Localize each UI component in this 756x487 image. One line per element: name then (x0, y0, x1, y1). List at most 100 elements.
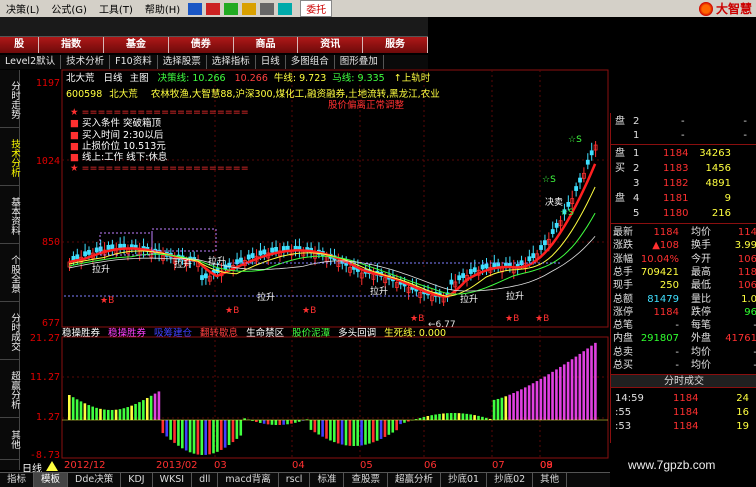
scroll-triangle-icon (46, 461, 58, 471)
candle-body (457, 275, 462, 281)
bottom-tab[interactable]: Dde决策 (68, 473, 122, 487)
print-icon[interactable] (260, 2, 275, 15)
nav-bond[interactable]: 债券 (168, 37, 234, 53)
candle-body (211, 269, 216, 275)
quote-value: - (675, 346, 679, 358)
vtab-intraday[interactable]: 分时走势 (0, 72, 20, 128)
chart-icon[interactable] (224, 2, 239, 15)
candle-body (67, 261, 72, 268)
quote-value-2: 106 (737, 280, 756, 292)
menu-formula[interactable]: 公式(G) (45, 1, 93, 16)
candle-body (75, 254, 80, 260)
sub-bar (352, 420, 356, 446)
bottom-tab[interactable]: 查股票 (344, 473, 388, 487)
nav-news[interactable]: 资讯 (298, 37, 364, 53)
nav-commodity[interactable]: 商品 (233, 37, 299, 53)
bottom-tab[interactable]: rscl (279, 473, 311, 487)
bid-price: 1182 (663, 178, 689, 189)
tick-price: 1184 (673, 421, 699, 433)
candle-body (391, 276, 395, 282)
bottom-tab[interactable]: WKSI (153, 473, 193, 487)
menu-tools[interactable]: 工具(T) (93, 1, 139, 16)
toolbar-overlay[interactable]: 图形叠加 (335, 55, 384, 69)
vtab-technical[interactable]: 技术分析 (0, 130, 20, 186)
toolbar-technical[interactable]: 技术分析 (61, 55, 111, 69)
nav-service[interactable]: 服务 (363, 37, 428, 53)
sub-bar (407, 420, 410, 422)
menu-help[interactable]: 帮助(H) (139, 1, 186, 16)
toolbar-f10[interactable]: F10资料 (110, 55, 158, 69)
bottom-tab[interactable]: KDJ (121, 473, 153, 487)
tick-time: :53 (615, 421, 632, 433)
sell-mark: ☆S (568, 135, 582, 145)
sub-bar (114, 409, 118, 420)
sub-bar (539, 378, 543, 420)
buy-mark: ★B (505, 314, 519, 324)
vtab-other[interactable]: 其他 (0, 420, 20, 460)
bottom-tab[interactable]: dll (192, 473, 219, 487)
strategy-marker: ■ (70, 118, 79, 130)
bottom-tab[interactable]: 标准 (310, 473, 345, 487)
candle-body (71, 255, 76, 261)
quick-toolbar (0, 17, 428, 37)
ticks-title[interactable]: 分时成交 (611, 374, 756, 389)
sub-bar (368, 420, 371, 444)
toolbar-multichart[interactable]: 多图组合 (286, 55, 335, 69)
sub-bar (496, 398, 500, 420)
refresh-icon[interactable] (278, 2, 293, 15)
candle-body (207, 275, 212, 282)
bottom-tab[interactable]: 其他 (533, 473, 568, 487)
vtab-ticks[interactable]: 分时成交 (0, 304, 20, 360)
sub-bar (379, 420, 383, 439)
candle-body (90, 252, 95, 259)
close-red-icon[interactable] (206, 2, 221, 15)
vtab-basic-info[interactable]: 基本资料 (0, 188, 20, 244)
nav-index[interactable]: 指数 (39, 37, 105, 53)
sell-mark: ☆S (560, 208, 574, 218)
candle-body (168, 252, 173, 258)
lasheng-label: 拉升 (506, 290, 524, 302)
quote-label: 最新 (613, 227, 633, 238)
sub-bar (551, 371, 554, 420)
alert-icon[interactable] (242, 2, 257, 15)
sub-bar (130, 405, 133, 420)
quote-label: 总卖 (613, 346, 633, 358)
bottom-tab[interactable]: macd背离 (218, 473, 279, 487)
bottom-tab[interactable]: 模板 (34, 473, 69, 487)
lasheng-label: 拉升 (370, 285, 388, 297)
y-tick-sub-0: 21.27 (29, 333, 60, 344)
sub-bar (142, 400, 145, 420)
candle-body (219, 270, 224, 277)
grid-icon[interactable] (188, 2, 203, 15)
candle-body (449, 279, 454, 285)
sub-bar (75, 399, 79, 420)
bottom-tab[interactable]: 抄底02 (487, 473, 534, 487)
candle-body (523, 262, 528, 269)
toolbar-select-stock[interactable]: 选择股票 (158, 55, 207, 69)
nav-fund[interactable]: 基金 (104, 37, 169, 53)
candle-body (527, 256, 532, 262)
nav-stock[interactable]: 股 (0, 37, 40, 53)
ask-level: 2 (633, 116, 640, 127)
sub-bar (457, 413, 461, 420)
toolbar-select-indicator[interactable]: 选择指标 (207, 55, 256, 69)
bottom-tab[interactable]: 抄底01 (441, 473, 488, 487)
toolbar-daily[interactable]: 日线 (256, 55, 286, 69)
sub-bar (356, 420, 359, 446)
bid-volume: 4891 (705, 178, 731, 189)
candle-body (570, 198, 575, 205)
candle-body (192, 257, 197, 262)
menu-decision[interactable]: 决策(L) (0, 1, 45, 16)
sub-bar (442, 413, 445, 420)
candle-body (126, 248, 130, 254)
vtab-superwin[interactable]: 超赢分析 (0, 362, 20, 418)
toolbar-level2[interactable]: Level2默认 (0, 55, 62, 69)
bottom-tab[interactable]: 指标 (0, 473, 35, 487)
sub-bar (395, 420, 398, 431)
vtab-panorama[interactable]: 个股全景 (0, 246, 20, 302)
ask-volume: - (743, 130, 747, 141)
candle-body (324, 256, 329, 263)
weituo-button[interactable]: 委托 (300, 0, 333, 17)
sub-bar (297, 420, 301, 422)
bottom-tab[interactable]: 超赢分析 (388, 473, 441, 487)
